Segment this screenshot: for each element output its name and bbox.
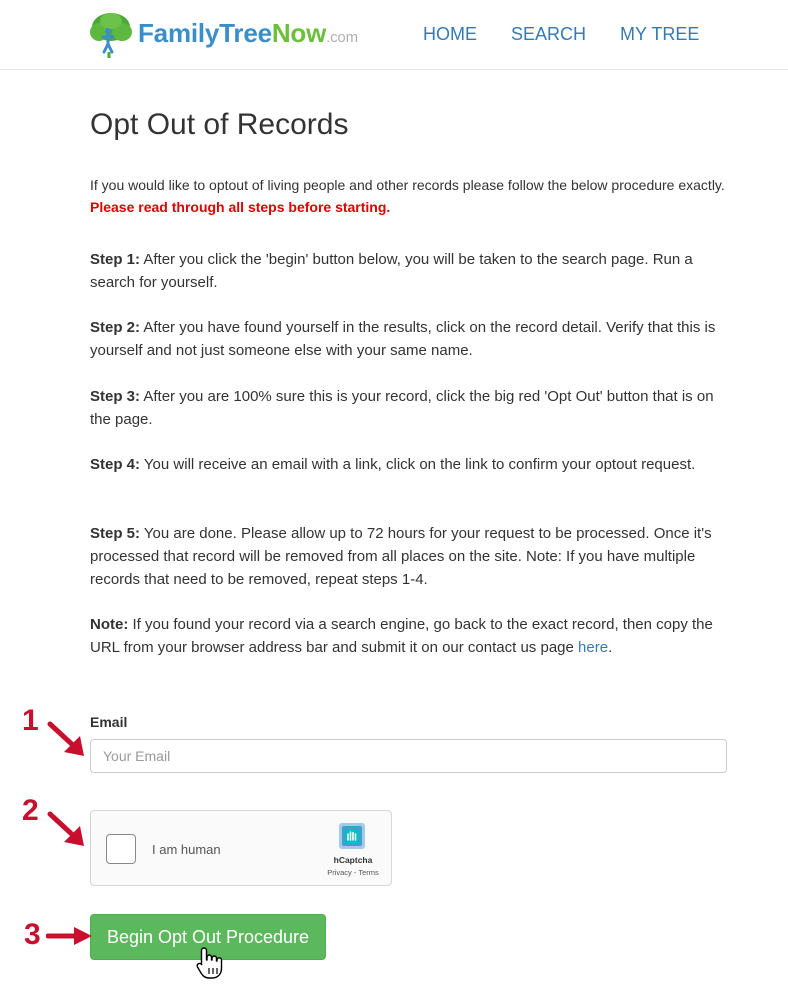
step-label: Step 4: — [90, 456, 141, 473]
annotation-marker-2: 2 — [22, 794, 39, 827]
hcaptcha-widget: I am human hCaptcha Privacy - Terms — [90, 810, 392, 886]
intro-text: If you would like to optout of living pe… — [90, 174, 730, 218]
warning-text: Please read through all steps before sta… — [90, 199, 391, 215]
note-suffix: . — [608, 639, 613, 656]
step-text: After you are 100% sure this is your rec… — [90, 388, 714, 428]
hand-cursor-icon — [196, 947, 223, 979]
step-4: Step 4: You will receive an email with a… — [90, 453, 730, 476]
annotation-arrow-1-icon — [47, 721, 84, 756]
email-input[interactable] — [90, 739, 727, 773]
step-label: Step 3: — [90, 388, 141, 405]
logo-text-part1: FamilyTree — [138, 18, 272, 48]
page-title: Opt Out of Records — [90, 108, 349, 141]
nav-my-tree[interactable]: MY TREE — [620, 24, 699, 45]
logo-text-part2: Now — [271, 18, 327, 48]
step-label: Step 1: — [90, 251, 141, 268]
contact-here-link[interactable]: here — [578, 639, 608, 656]
captcha-label: I am human — [152, 842, 221, 857]
logo-text: FamilyTreeNow.com — [138, 18, 358, 49]
nav-search[interactable]: SEARCH — [511, 24, 586, 45]
step-5: Step 5: You are done. Please allow up to… — [90, 522, 730, 591]
nav-home[interactable]: HOME — [423, 24, 477, 45]
navbar: FamilyTreeNow.com HOME SEARCH MY TREE — [0, 0, 788, 70]
note-text: If you found your record via a search en… — [90, 616, 713, 656]
step-3: Step 3: After you are 100% sure this is … — [90, 385, 730, 431]
step-label: Step 5: — [90, 525, 141, 542]
step-text: You are done. Please allow up to 72 hour… — [90, 525, 712, 588]
step-2: Step 2: After you have found yourself in… — [90, 316, 730, 362]
annotation-arrow-2-icon — [47, 811, 84, 846]
annotation-arrow-3-icon — [46, 927, 92, 945]
step-label: Step 2: — [90, 319, 141, 336]
hcaptcha-logo-icon — [339, 823, 365, 849]
intro-body: If you would like to optout of living pe… — [90, 177, 725, 193]
annotation-marker-3: 3 — [24, 918, 41, 951]
tree-logo-icon — [90, 13, 132, 58]
email-label: Email — [90, 714, 128, 730]
step-1: Step 1: After you click the 'begin' butt… — [90, 248, 730, 294]
captcha-checkbox[interactable] — [106, 834, 136, 864]
captcha-privacy-terms[interactable]: Privacy - Terms — [319, 868, 387, 877]
note-label: Note: — [90, 616, 129, 633]
logo-text-part3: .com — [326, 29, 358, 46]
annotation-marker-1: 1 — [22, 704, 39, 737]
captcha-brand: hCaptcha — [333, 855, 373, 865]
step-text: After you click the 'begin' button below… — [90, 251, 693, 291]
note: Note: If you found your record via a sea… — [90, 613, 730, 659]
step-text: You will receive an email with a link, c… — [143, 456, 696, 473]
step-text: After you have found yourself in the res… — [90, 319, 716, 359]
